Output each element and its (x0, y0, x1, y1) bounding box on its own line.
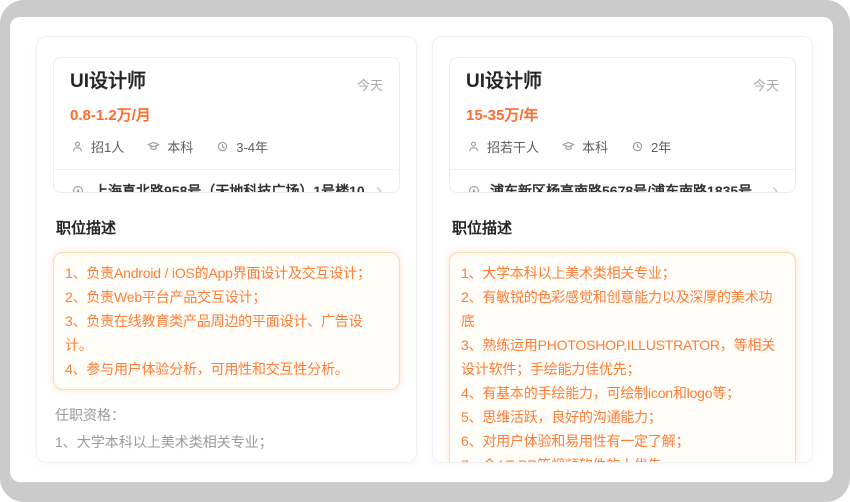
posted-date: 今天 (356, 78, 383, 93)
highlight-item: 5、思维活跃，良好的沟通能力； (461, 409, 662, 425)
job-address: 浦东新区杨高南路5678号/浦东南路1835号 (490, 183, 753, 193)
headcount-label: 招若干人 (487, 140, 540, 155)
requirements-heading: 任职资格： (55, 407, 125, 423)
person-icon (70, 139, 85, 154)
highlight-item: 1、大学本科以上美术类相关专业； (461, 265, 676, 281)
highlight-item: 6、对用户体验和易用性有一定了解； (461, 433, 690, 449)
job-summary-card[interactable]: UI设计师 今天 15-35万/年 招若干人 本科 2年 浦东新区杨高南路567… (449, 57, 796, 193)
experience-meta: 3-4年 (215, 137, 268, 156)
education-label: 本科 (582, 140, 609, 155)
job-address: 上海真北路958号（天地科技广场）1号楼10B (94, 183, 364, 193)
location-pin-icon (469, 186, 479, 192)
education-meta: 本科 (561, 137, 608, 156)
highlighted-description-box: 1、大学本科以上美术类相关专业； 2、有敏锐的色彩感觉和创意能力以及深厚的美术功… (449, 252, 796, 462)
chevron-right-icon (376, 187, 382, 192)
job-panel-right: UI设计师 今天 15-35万/年 招若干人 本科 2年 浦东新区杨高南路567… (432, 36, 813, 463)
education-icon (561, 139, 576, 154)
section-title-description: 职位描述 (452, 220, 513, 237)
person-icon (466, 139, 481, 154)
highlighted-description-box: 1、负责Android / iOS的App界面设计及交互设计； 2、负责Web平… (53, 252, 400, 390)
chevron-right-icon (772, 187, 778, 192)
page-background: UI设计师 今天 0.8-1.2万/月 招1人 本科 3-4年 上海真北路958… (10, 17, 833, 482)
highlight-item: 2、负责Web平台产品交互设计； (65, 289, 267, 305)
job-title: UI设计师 (70, 71, 147, 92)
posted-date: 今天 (752, 78, 779, 93)
title-row: UI设计师 今天 (70, 71, 383, 94)
experience-icon (630, 139, 645, 154)
title-row: UI设计师 今天 (466, 71, 779, 94)
experience-meta: 2年 (630, 137, 671, 156)
requirement-item: 2、有敏锐的色彩感觉和创意能力以及深厚的美术功底； (55, 456, 400, 462)
job-title: UI设计师 (466, 71, 543, 92)
highlight-item: 7、会AE PR等视频软件的人优先。 (461, 453, 784, 462)
section-title-description: 职位描述 (56, 220, 117, 237)
salary-range: 15-35万/年 (466, 107, 539, 124)
meta-row: 招1人 本科 3-4年 (70, 137, 383, 156)
experience-label: 2年 (651, 140, 672, 155)
job-panel-left: UI设计师 今天 0.8-1.2万/月 招1人 本科 3-4年 上海真北路958… (36, 36, 417, 463)
job-card-top: UI设计师 今天 15-35万/年 招若干人 本科 2年 (450, 58, 795, 156)
salary-range: 0.8-1.2万/月 (70, 107, 151, 124)
location-pin-icon (73, 186, 83, 192)
location-row[interactable]: 上海真北路958号（天地科技广场）1号楼10B (54, 170, 399, 193)
window-frame: UI设计师 今天 0.8-1.2万/月 招1人 本科 3-4年 上海真北路958… (0, 0, 850, 502)
highlight-item: 2、有敏锐的色彩感觉和创意能力以及深厚的美术功底 (461, 289, 773, 329)
headcount-meta: 招1人 (70, 137, 124, 156)
experience-label: 3-4年 (236, 140, 269, 155)
requirement-item: 1、大学本科以上美术类相关专业； (55, 434, 273, 450)
education-meta: 本科 (146, 137, 193, 156)
headcount-meta: 招若干人 (466, 137, 539, 156)
highlight-item: 4、有基本的手绘能力，可绘制icon和logo等； (461, 385, 740, 401)
education-icon (146, 139, 161, 154)
experience-icon (215, 139, 230, 154)
headcount-label: 招1人 (91, 140, 125, 155)
screenshot-canvas: UI设计师 今天 0.8-1.2万/月 招1人 本科 3-4年 上海真北路958… (0, 0, 850, 502)
highlight-item: 3、熟练运用PHOTOSHOP,ILLUSTRATOR，等相关设计软件；手绘能力… (461, 337, 776, 377)
job-summary-card[interactable]: UI设计师 今天 0.8-1.2万/月 招1人 本科 3-4年 上海真北路958… (53, 57, 400, 193)
highlight-item: 1、负责Android / iOS的App界面设计及交互设计； (65, 265, 371, 281)
location-row[interactable]: 浦东新区杨高南路5678号/浦东南路1835号 (450, 170, 795, 193)
highlight-item: 3、负责在线教育类产品周边的平面设计、广告设计。 (65, 313, 363, 353)
highlight-item: 4、参与用户体验分析，可用性和交互性分析。 (65, 361, 349, 377)
meta-row: 招若干人 本科 2年 (466, 137, 779, 156)
requirements-section: 任职资格： 1、大学本科以上美术类相关专业； 2、有敏锐的色彩感觉和创意能力以及… (53, 402, 400, 462)
job-card-top: UI设计师 今天 0.8-1.2万/月 招1人 本科 3-4年 (54, 58, 399, 156)
education-label: 本科 (167, 140, 194, 155)
